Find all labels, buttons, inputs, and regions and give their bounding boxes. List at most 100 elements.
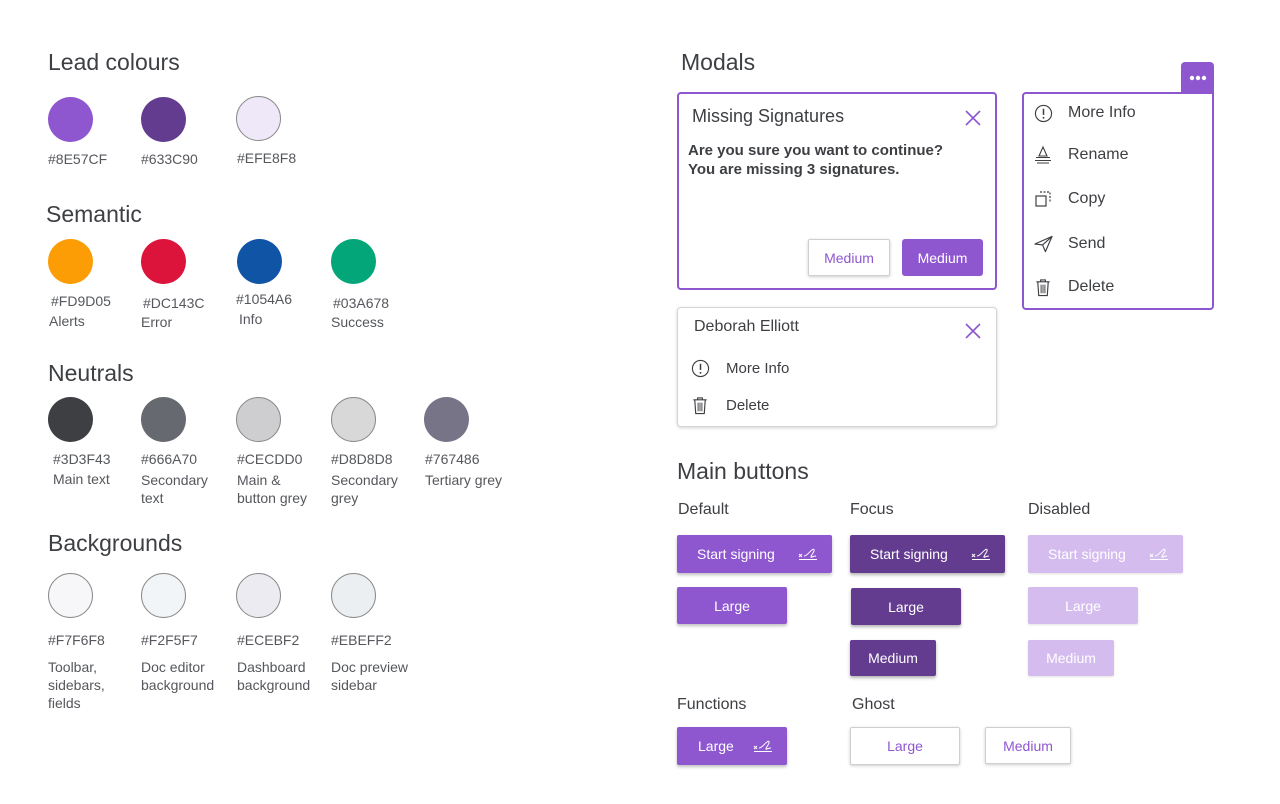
signature-icon: [1149, 548, 1168, 560]
menu-item-label: Rename: [1068, 146, 1129, 163]
swatch-label: Alerts: [49, 313, 85, 329]
main-buttons-heading: Main buttons: [677, 458, 809, 484]
signature-icon: [971, 548, 990, 560]
menu-item-label: More Info: [726, 359, 790, 377]
swatch-hex: #666A70: [141, 451, 198, 467]
context-menu-item[interactable]: Copy: [1033, 189, 1105, 209]
trash-icon: [1033, 277, 1053, 297]
state-label-default: Default: [678, 501, 729, 518]
swatch-main-button-grey: [236, 397, 281, 442]
swatch-label: Secondary grey: [331, 472, 398, 506]
close-icon[interactable]: [964, 322, 982, 340]
signature-icon: [753, 740, 772, 752]
start-signing-button-focus[interactable]: Start signing: [850, 535, 1005, 573]
modals-heading: Modals: [681, 49, 756, 75]
modal-message: Are you sure you want to continue? You a…: [688, 142, 944, 178]
swatch-toolbar-bg: [48, 573, 93, 618]
swatch-hex: #EBEFF2: [331, 632, 392, 648]
context-menu-item[interactable]: More Info: [1033, 103, 1136, 123]
swatch-lead-purple: [48, 97, 93, 142]
swatch-hex: #EFE8F8: [237, 150, 297, 166]
swatch-lead-light-purple: [236, 96, 281, 141]
large-function-button[interactable]: Large: [677, 727, 787, 765]
neutrals-heading: Neutrals: [48, 360, 134, 386]
swatch-hex: #03A678: [333, 295, 390, 311]
swatch-hex: #D8D8D8: [331, 451, 393, 467]
contact-menu-item[interactable]: More Info: [690, 358, 789, 378]
swatch-error: [141, 239, 186, 284]
swatch-hex: #8E57CF: [48, 151, 108, 167]
modal-title: Deborah Elliott: [694, 318, 799, 335]
swatch-label: Doc preview sidebar: [331, 659, 409, 693]
copy-icon: [1033, 189, 1053, 209]
swatch-success: [331, 239, 376, 284]
info-icon: [690, 358, 710, 378]
swatch-dashboard-bg: [236, 573, 281, 618]
modal-secondary-button[interactable]: Medium: [808, 239, 890, 276]
swatch-label: Error: [141, 314, 173, 330]
menu-item-label: Send: [1068, 235, 1106, 252]
button-label: Start signing: [870, 546, 948, 562]
swatch-lead-dark-purple: [141, 97, 186, 142]
close-icon[interactable]: [964, 109, 982, 127]
state-label-disabled: Disabled: [1028, 501, 1091, 518]
medium-button-disabled: Medium: [1028, 640, 1114, 676]
menu-item-label: More Info: [1068, 104, 1136, 121]
swatch-label: Toolbar, sidebars, fields: [48, 659, 105, 711]
swatch-main-text: [48, 397, 93, 442]
swatch-hex: #ECEBF2: [237, 632, 300, 648]
swatch-hex: #767486: [425, 451, 480, 467]
send-icon: [1033, 234, 1053, 254]
modal-primary-button[interactable]: Medium: [902, 239, 983, 276]
lead-colours-heading: Lead colours: [48, 49, 180, 75]
rename-icon: [1033, 145, 1053, 165]
large-button-disabled: Large: [1028, 587, 1138, 624]
context-menu-item[interactable]: Delete: [1033, 277, 1114, 297]
medium-button-focus[interactable]: Medium: [850, 640, 936, 676]
swatch-hex: #DC143C: [143, 295, 205, 311]
swatch-label: Success: [331, 314, 384, 330]
button-label: Large: [698, 738, 734, 754]
medium-ghost-button[interactable]: Medium: [985, 727, 1071, 764]
start-signing-button-default[interactable]: Start signing: [677, 535, 832, 573]
backgrounds-heading: Backgrounds: [48, 530, 183, 556]
swatch-doc-preview-sidebar: [331, 573, 376, 618]
state-label-functions: Functions: [677, 696, 747, 713]
signature-icon: [798, 548, 817, 560]
start-signing-button-disabled: Start signing: [1028, 535, 1183, 573]
more-options-button[interactable]: [1181, 62, 1214, 93]
swatch-label: Doc editor background: [141, 659, 215, 693]
swatch-label: Tertiary grey: [425, 472, 503, 488]
swatch-secondary-grey: [331, 397, 376, 442]
large-button-default[interactable]: Large: [677, 587, 787, 624]
swatch-hex: #FD9D05: [51, 293, 111, 309]
button-label: Start signing: [697, 546, 775, 562]
button-label: Start signing: [1048, 546, 1126, 562]
swatch-doc-editor-bg: [141, 573, 186, 618]
swatch-label: Secondary text: [141, 472, 208, 506]
context-menu-item[interactable]: Rename: [1033, 145, 1128, 165]
state-label-focus: Focus: [850, 501, 894, 518]
contact-menu-item[interactable]: Delete: [690, 395, 769, 415]
swatch-label: Info: [239, 311, 263, 327]
swatch-label: Dashboard background: [237, 659, 311, 693]
large-button-focus[interactable]: Large: [851, 588, 961, 625]
menu-item-label: Delete: [1068, 278, 1115, 295]
large-ghost-button[interactable]: Large: [850, 727, 960, 765]
swatch-hex: #F7F6F8: [48, 632, 105, 648]
swatch-hex: #1054A6: [236, 291, 293, 307]
semantic-heading: Semantic: [46, 201, 142, 227]
swatch-label: Main & button grey: [237, 472, 308, 506]
modal-title: Missing Signatures: [692, 106, 845, 126]
menu-item-label: Copy: [1068, 190, 1106, 207]
swatch-hex: #633C90: [141, 151, 198, 167]
more-icon: [1189, 75, 1206, 80]
state-label-ghost: Ghost: [852, 696, 895, 713]
swatch-hex: #CECDD0: [237, 451, 303, 467]
swatch-alerts: [48, 239, 93, 284]
swatch-info: [237, 239, 282, 284]
missing-signatures-modal: Missing Signatures Are you sure you want…: [677, 92, 997, 290]
swatch-hex: #3D3F43: [53, 451, 111, 467]
context-menu-item[interactable]: Send: [1033, 234, 1105, 254]
info-icon: [1033, 103, 1053, 123]
